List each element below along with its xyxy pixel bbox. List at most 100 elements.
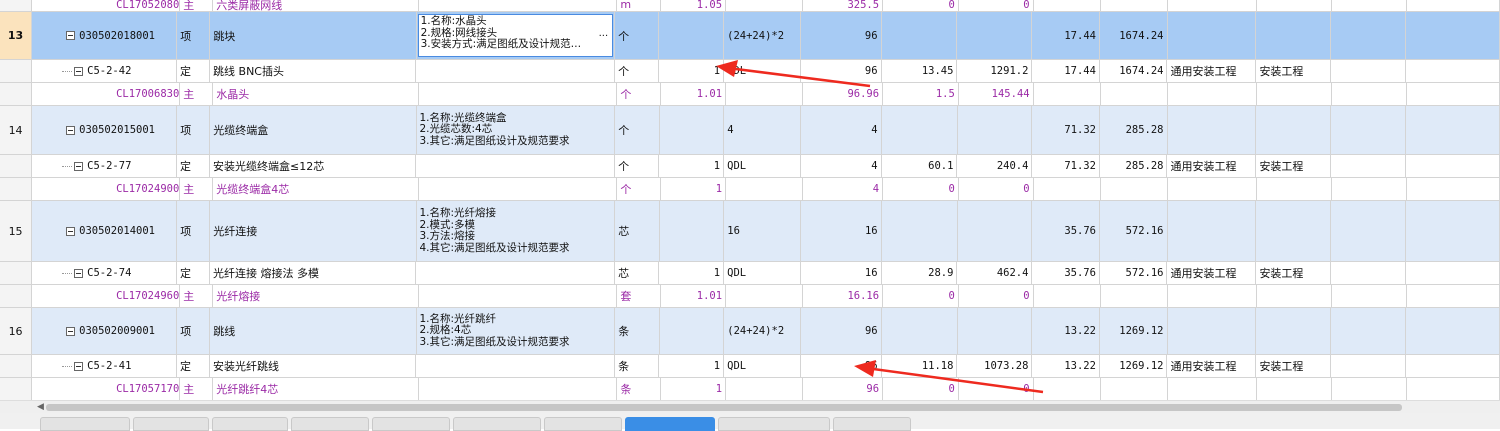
cell-amount[interactable] xyxy=(957,106,1033,155)
cell-name[interactable]: 光纤连接 熔接法 多模 xyxy=(210,262,417,285)
cell-major[interactable]: 通用安装工程 xyxy=(1167,60,1257,83)
cell-qty[interactable]: 1 xyxy=(659,355,725,378)
minus-box-icon[interactable] xyxy=(66,31,76,40)
minus-box-icon[interactable] xyxy=(74,66,84,76)
scroll-left-arrow-icon[interactable]: ◀ xyxy=(37,402,44,412)
cell-qty[interactable] xyxy=(659,12,725,60)
cell-major[interactable]: 通用安装工程 xyxy=(1167,155,1257,178)
cell-price[interactable] xyxy=(881,12,958,60)
cell-amount[interactable]: 145.44 xyxy=(958,83,1034,106)
cell-code[interactable]: CL17057170@1 xyxy=(32,378,181,400)
cell-cat[interactable]: 项 xyxy=(177,201,211,262)
cell-code[interactable]: CL17024960… xyxy=(32,285,181,308)
cell-qty[interactable]: 1 xyxy=(661,178,727,201)
cell-major[interactable] xyxy=(1168,178,1258,201)
cell-major[interactable]: 通用安装工程 xyxy=(1167,355,1257,378)
cell-name[interactable]: 六类屏蔽网线 xyxy=(213,0,420,12)
cell-empty[interactable] xyxy=(1331,60,1407,83)
cell-major[interactable] xyxy=(1167,106,1257,155)
cell-major[interactable]: 通用安装工程 xyxy=(1167,262,1257,285)
cell-comp-price[interactable] xyxy=(1033,83,1101,106)
cell-code[interactable]: 030502014001 xyxy=(32,201,178,262)
cell-qty[interactable] xyxy=(659,201,725,262)
cell-comp-price[interactable] xyxy=(1034,378,1101,400)
cell-sub[interactable] xyxy=(1256,106,1332,155)
cell-total-qty[interactable]: 16.16 xyxy=(802,285,884,308)
cell-cat[interactable]: 定 xyxy=(176,60,211,83)
cell-qty[interactable]: 1.01 xyxy=(661,83,727,106)
cell-amount[interactable]: 0 xyxy=(958,178,1034,201)
cell-sub[interactable] xyxy=(1257,285,1332,308)
cell-name[interactable]: 跳线 BNC插头 xyxy=(210,60,417,83)
cell-empty[interactable] xyxy=(1331,12,1407,60)
cell-name[interactable]: 水晶头 xyxy=(213,83,420,106)
cell-qty[interactable]: 1 xyxy=(659,60,725,83)
scroll-thumb[interactable] xyxy=(46,404,1402,411)
cell-sub[interactable] xyxy=(1257,178,1332,201)
cell-comp-price[interactable]: 13.22 xyxy=(1032,308,1100,355)
cell-total-qty[interactable]: 16 xyxy=(801,201,882,262)
minus-box-icon[interactable] xyxy=(74,161,84,171)
cell-empty[interactable] xyxy=(1331,83,1407,106)
cell-cat[interactable]: 主 xyxy=(180,378,214,400)
table-row[interactable]: CL17057170@1主光纤跳纤4芯条19600 xyxy=(0,378,1500,400)
cell-seq[interactable] xyxy=(0,60,33,83)
cell-total-qty[interactable]: 4 xyxy=(802,178,884,201)
cell-name[interactable]: 光纤跳纤4芯 xyxy=(213,378,420,400)
cell-expr[interactable]: 4 xyxy=(724,106,802,155)
cell-major[interactable] xyxy=(1167,12,1257,60)
cell-price[interactable]: 13.45 xyxy=(881,60,958,83)
cell-comp-price[interactable] xyxy=(1033,285,1101,308)
cell-sub[interactable] xyxy=(1256,12,1332,60)
cell-seq[interactable]: 13 xyxy=(0,12,33,60)
cell-major[interactable] xyxy=(1167,308,1257,355)
cell-empty[interactable] xyxy=(1406,308,1500,355)
cell-qty[interactable] xyxy=(659,106,725,155)
table-row[interactable]: CL17006830… 主水晶头 个 1.01 96.96 1.5 145.44 xyxy=(0,83,1500,106)
horizontal-scrollbar[interactable]: ◀ xyxy=(0,400,1500,413)
table-row[interactable]: 15 030502014001 项光纤连接 1.名称:光纤熔接 2.模式:多模 3.方法:… xyxy=(0,201,1500,262)
cell-empty[interactable] xyxy=(1331,178,1407,201)
cell-comp-amount[interactable]: 1674.24 xyxy=(1099,12,1168,60)
cell-total-qty[interactable]: 4 xyxy=(801,106,882,155)
cell-unit[interactable]: 个 xyxy=(615,106,660,155)
cell-code[interactable]: CL17006830… xyxy=(32,83,181,106)
cell-empty[interactable] xyxy=(1331,155,1407,178)
table-row[interactable]: CL17024900@1主光缆终端盒4芯个1400 xyxy=(0,178,1500,201)
cell-code[interactable]: C5-2-42 xyxy=(32,60,177,83)
cell-unit[interactable]: 个 xyxy=(615,12,660,60)
cell-comp-amount[interactable]: 1674.24 xyxy=(1099,60,1168,83)
cell-sub[interactable]: 安装工程 xyxy=(1256,355,1332,378)
cell-amount[interactable]: 0 xyxy=(958,0,1034,12)
cell-sub[interactable] xyxy=(1257,378,1332,400)
cell-comp-price[interactable]: 35.76 xyxy=(1032,262,1100,285)
cell-unit[interactable]: 芯 xyxy=(615,201,660,262)
cell-code[interactable]: CL17052080@1 xyxy=(32,0,181,12)
cell-empty[interactable] xyxy=(1406,83,1500,106)
cell-empty[interactable] xyxy=(1406,155,1500,178)
cell-price[interactable]: 11.18 xyxy=(881,355,958,378)
cell-name[interactable]: 光缆终端盒 xyxy=(210,106,417,155)
cell-cat[interactable]: 项 xyxy=(177,12,211,60)
cell-major[interactable] xyxy=(1168,378,1258,400)
table-row[interactable]: 16 030502009001 项跳线 1.名称:光纤跳纤 2.规格:4芯 3.其它:满足… xyxy=(0,308,1500,355)
cell-comp-price[interactable]: 13.22 xyxy=(1032,355,1100,378)
cell-amount[interactable] xyxy=(957,308,1033,355)
cell-comp-price[interactable]: 17.44 xyxy=(1032,60,1100,83)
cell-comp-price[interactable] xyxy=(1033,178,1101,201)
cell-desc[interactable]: 1.名称:光缆终端盒 2.光缆芯数:4芯 3.其它:满足图纸设计及规范要求 xyxy=(416,106,616,155)
cell-expr[interactable]: (24+24)*2 xyxy=(724,308,802,355)
cell-cat[interactable]: 定 xyxy=(176,262,211,285)
cell-unit[interactable]: 个 xyxy=(617,178,662,201)
cell-amount[interactable]: 240.4 xyxy=(957,155,1033,178)
cell-name[interactable]: 光纤连接 xyxy=(210,201,417,262)
cell-empty[interactable] xyxy=(1331,308,1407,355)
cell-code[interactable]: CL17024900@1 xyxy=(32,178,181,201)
cell-empty[interactable] xyxy=(1331,106,1407,155)
cell-seq[interactable] xyxy=(0,378,33,400)
cell-price[interactable] xyxy=(881,106,958,155)
cell-name[interactable]: 跳块 xyxy=(210,12,417,60)
cell-cat[interactable]: 主 xyxy=(180,0,214,12)
cell-seq[interactable] xyxy=(0,0,33,12)
cell-desc[interactable] xyxy=(419,83,618,106)
